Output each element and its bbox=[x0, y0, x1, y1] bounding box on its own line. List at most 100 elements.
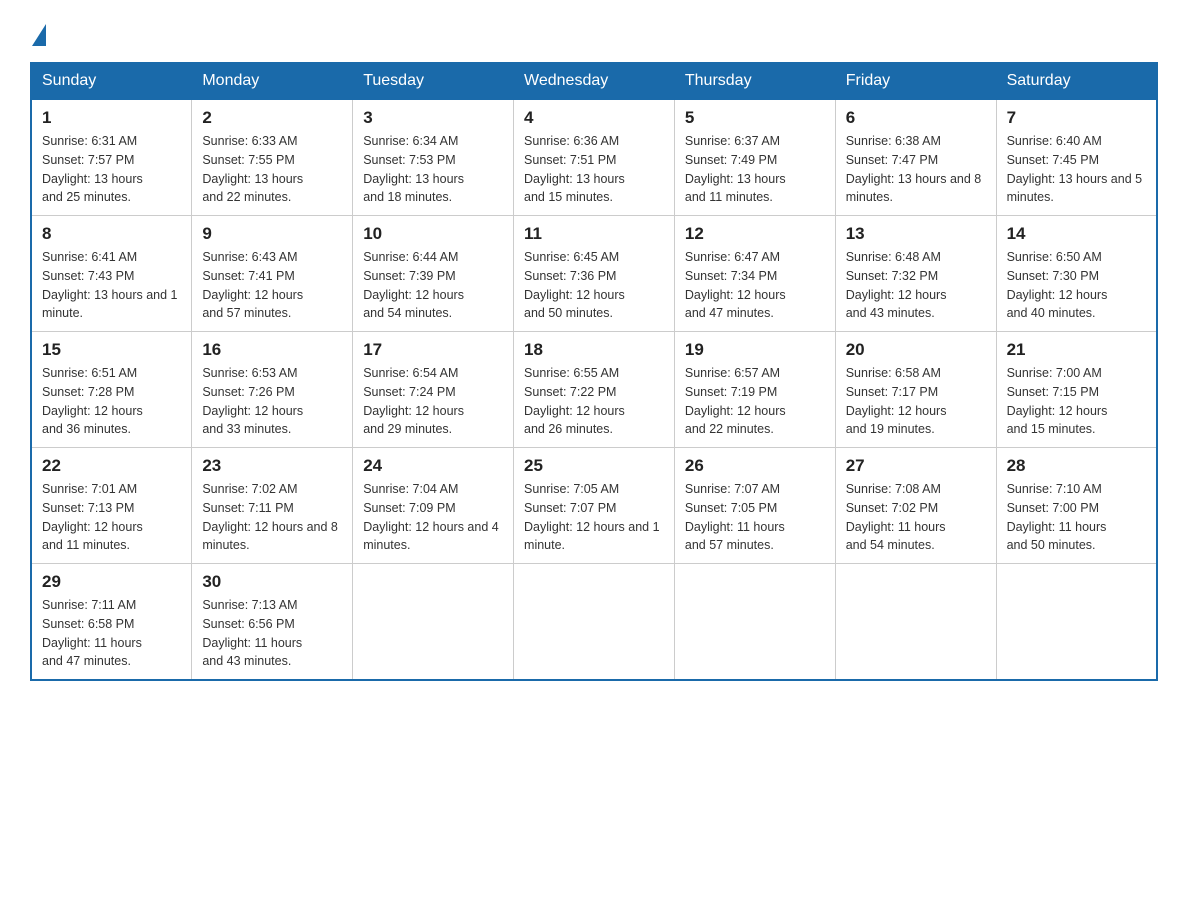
day-info: Sunrise: 7:13 AMSunset: 6:56 PMDaylight:… bbox=[202, 596, 342, 671]
day-header-sunday: Sunday bbox=[31, 63, 192, 99]
day-number: 7 bbox=[1007, 108, 1146, 128]
calendar-cell: 20 Sunrise: 6:58 AMSunset: 7:17 PMDayligh… bbox=[835, 332, 996, 448]
day-number: 30 bbox=[202, 572, 342, 592]
day-number: 20 bbox=[846, 340, 986, 360]
calendar-cell: 2 Sunrise: 6:33 AMSunset: 7:55 PMDaylight… bbox=[192, 99, 353, 216]
calendar-cell bbox=[996, 564, 1157, 681]
day-number: 2 bbox=[202, 108, 342, 128]
day-header-friday: Friday bbox=[835, 63, 996, 99]
day-info: Sunrise: 6:37 AMSunset: 7:49 PMDaylight:… bbox=[685, 132, 825, 207]
day-info: Sunrise: 6:33 AMSunset: 7:55 PMDaylight:… bbox=[202, 132, 342, 207]
calendar-cell: 18 Sunrise: 6:55 AMSunset: 7:22 PMDayligh… bbox=[514, 332, 675, 448]
calendar-cell bbox=[674, 564, 835, 681]
day-info: Sunrise: 6:44 AMSunset: 7:39 PMDaylight:… bbox=[363, 248, 503, 323]
calendar-cell: 1 Sunrise: 6:31 AMSunset: 7:57 PMDaylight… bbox=[31, 99, 192, 216]
calendar-cell: 28 Sunrise: 7:10 AMSunset: 7:00 PMDayligh… bbox=[996, 448, 1157, 564]
week-row-4: 22 Sunrise: 7:01 AMSunset: 7:13 PMDayligh… bbox=[31, 448, 1157, 564]
logo-triangle-icon bbox=[32, 24, 46, 46]
calendar-cell bbox=[835, 564, 996, 681]
day-info: Sunrise: 6:41 AMSunset: 7:43 PMDaylight:… bbox=[42, 248, 181, 323]
day-number: 12 bbox=[685, 224, 825, 244]
calendar-cell: 17 Sunrise: 6:54 AMSunset: 7:24 PMDayligh… bbox=[353, 332, 514, 448]
calendar-cell: 30 Sunrise: 7:13 AMSunset: 6:56 PMDayligh… bbox=[192, 564, 353, 681]
calendar-cell: 12 Sunrise: 6:47 AMSunset: 7:34 PMDayligh… bbox=[674, 216, 835, 332]
day-info: Sunrise: 6:54 AMSunset: 7:24 PMDaylight:… bbox=[363, 364, 503, 439]
day-info: Sunrise: 6:57 AMSunset: 7:19 PMDaylight:… bbox=[685, 364, 825, 439]
day-number: 29 bbox=[42, 572, 181, 592]
calendar-table: SundayMondayTuesdayWednesdayThursdayFrid… bbox=[30, 62, 1158, 681]
day-info: Sunrise: 7:10 AMSunset: 7:00 PMDaylight:… bbox=[1007, 480, 1146, 555]
calendar-cell bbox=[353, 564, 514, 681]
day-number: 8 bbox=[42, 224, 181, 244]
calendar-cell: 16 Sunrise: 6:53 AMSunset: 7:26 PMDayligh… bbox=[192, 332, 353, 448]
day-header-tuesday: Tuesday bbox=[353, 63, 514, 99]
day-info: Sunrise: 7:07 AMSunset: 7:05 PMDaylight:… bbox=[685, 480, 825, 555]
day-info: Sunrise: 6:31 AMSunset: 7:57 PMDaylight:… bbox=[42, 132, 181, 207]
day-number: 4 bbox=[524, 108, 664, 128]
day-header-saturday: Saturday bbox=[996, 63, 1157, 99]
day-info: Sunrise: 6:51 AMSunset: 7:28 PMDaylight:… bbox=[42, 364, 181, 439]
day-number: 1 bbox=[42, 108, 181, 128]
day-number: 21 bbox=[1007, 340, 1146, 360]
day-info: Sunrise: 6:40 AMSunset: 7:45 PMDaylight:… bbox=[1007, 132, 1146, 207]
week-row-2: 8 Sunrise: 6:41 AMSunset: 7:43 PMDaylight… bbox=[31, 216, 1157, 332]
calendar-cell: 27 Sunrise: 7:08 AMSunset: 7:02 PMDayligh… bbox=[835, 448, 996, 564]
day-number: 27 bbox=[846, 456, 986, 476]
day-number: 9 bbox=[202, 224, 342, 244]
day-info: Sunrise: 7:00 AMSunset: 7:15 PMDaylight:… bbox=[1007, 364, 1146, 439]
day-number: 25 bbox=[524, 456, 664, 476]
calendar-cell: 13 Sunrise: 6:48 AMSunset: 7:32 PMDayligh… bbox=[835, 216, 996, 332]
day-info: Sunrise: 6:50 AMSunset: 7:30 PMDaylight:… bbox=[1007, 248, 1146, 323]
page-header bbox=[30, 20, 1158, 44]
calendar-cell: 26 Sunrise: 7:07 AMSunset: 7:05 PMDayligh… bbox=[674, 448, 835, 564]
day-number: 16 bbox=[202, 340, 342, 360]
calendar-cell: 9 Sunrise: 6:43 AMSunset: 7:41 PMDaylight… bbox=[192, 216, 353, 332]
calendar-cell: 24Sunrise: 7:04 AMSunset: 7:09 PMDayligh… bbox=[353, 448, 514, 564]
calendar-cell: 5 Sunrise: 6:37 AMSunset: 7:49 PMDaylight… bbox=[674, 99, 835, 216]
calendar-cell: 10Sunrise: 6:44 AMSunset: 7:39 PMDayligh… bbox=[353, 216, 514, 332]
logo bbox=[30, 20, 46, 44]
day-number: 15 bbox=[42, 340, 181, 360]
day-info: Sunrise: 6:43 AMSunset: 7:41 PMDaylight:… bbox=[202, 248, 342, 323]
calendar-cell: 19 Sunrise: 6:57 AMSunset: 7:19 PMDayligh… bbox=[674, 332, 835, 448]
calendar-cell: 7 Sunrise: 6:40 AMSunset: 7:45 PMDaylight… bbox=[996, 99, 1157, 216]
calendar-cell: 14 Sunrise: 6:50 AMSunset: 7:30 PMDayligh… bbox=[996, 216, 1157, 332]
day-number: 6 bbox=[846, 108, 986, 128]
day-info: Sunrise: 6:58 AMSunset: 7:17 PMDaylight:… bbox=[846, 364, 986, 439]
week-row-1: 1 Sunrise: 6:31 AMSunset: 7:57 PMDaylight… bbox=[31, 99, 1157, 216]
days-header-row: SundayMondayTuesdayWednesdayThursdayFrid… bbox=[31, 63, 1157, 99]
day-info: Sunrise: 7:01 AMSunset: 7:13 PMDaylight:… bbox=[42, 480, 181, 555]
day-info: Sunrise: 6:47 AMSunset: 7:34 PMDaylight:… bbox=[685, 248, 825, 323]
week-row-5: 29 Sunrise: 7:11 AMSunset: 6:58 PMDayligh… bbox=[31, 564, 1157, 681]
day-info: Sunrise: 6:55 AMSunset: 7:22 PMDaylight:… bbox=[524, 364, 664, 439]
day-header-thursday: Thursday bbox=[674, 63, 835, 99]
calendar-cell bbox=[514, 564, 675, 681]
day-info: Sunrise: 7:02 AMSunset: 7:11 PMDaylight:… bbox=[202, 480, 342, 555]
day-number: 18 bbox=[524, 340, 664, 360]
day-number: 13 bbox=[846, 224, 986, 244]
day-info: Sunrise: 7:05 AMSunset: 7:07 PMDaylight:… bbox=[524, 480, 664, 555]
day-number: 5 bbox=[685, 108, 825, 128]
day-number: 14 bbox=[1007, 224, 1146, 244]
day-number: 26 bbox=[685, 456, 825, 476]
day-header-monday: Monday bbox=[192, 63, 353, 99]
calendar-cell: 15 Sunrise: 6:51 AMSunset: 7:28 PMDayligh… bbox=[31, 332, 192, 448]
day-info: Sunrise: 7:08 AMSunset: 7:02 PMDaylight:… bbox=[846, 480, 986, 555]
calendar-cell: 3 Sunrise: 6:34 AMSunset: 7:53 PMDaylight… bbox=[353, 99, 514, 216]
day-number: 28 bbox=[1007, 456, 1146, 476]
day-number: 22 bbox=[42, 456, 181, 476]
day-info: Sunrise: 6:36 AMSunset: 7:51 PMDaylight:… bbox=[524, 132, 664, 207]
day-number: 19 bbox=[685, 340, 825, 360]
day-header-wednesday: Wednesday bbox=[514, 63, 675, 99]
calendar-cell: 11Sunrise: 6:45 AMSunset: 7:36 PMDayligh… bbox=[514, 216, 675, 332]
day-info: Sunrise: 6:48 AMSunset: 7:32 PMDaylight:… bbox=[846, 248, 986, 323]
day-number: 23 bbox=[202, 456, 342, 476]
day-info: Sunrise: 7:04 AMSunset: 7:09 PMDaylight:… bbox=[363, 480, 503, 555]
calendar-cell: 21 Sunrise: 7:00 AMSunset: 7:15 PMDayligh… bbox=[996, 332, 1157, 448]
day-info: Sunrise: 7:11 AMSunset: 6:58 PMDaylight:… bbox=[42, 596, 181, 671]
day-info: Sunrise: 6:53 AMSunset: 7:26 PMDaylight:… bbox=[202, 364, 342, 439]
day-number: 17 bbox=[363, 340, 503, 360]
calendar-cell: 22 Sunrise: 7:01 AMSunset: 7:13 PMDayligh… bbox=[31, 448, 192, 564]
day-info: Sunrise: 6:34 AMSunset: 7:53 PMDaylight:… bbox=[363, 132, 503, 207]
day-number: 3 bbox=[363, 108, 503, 128]
